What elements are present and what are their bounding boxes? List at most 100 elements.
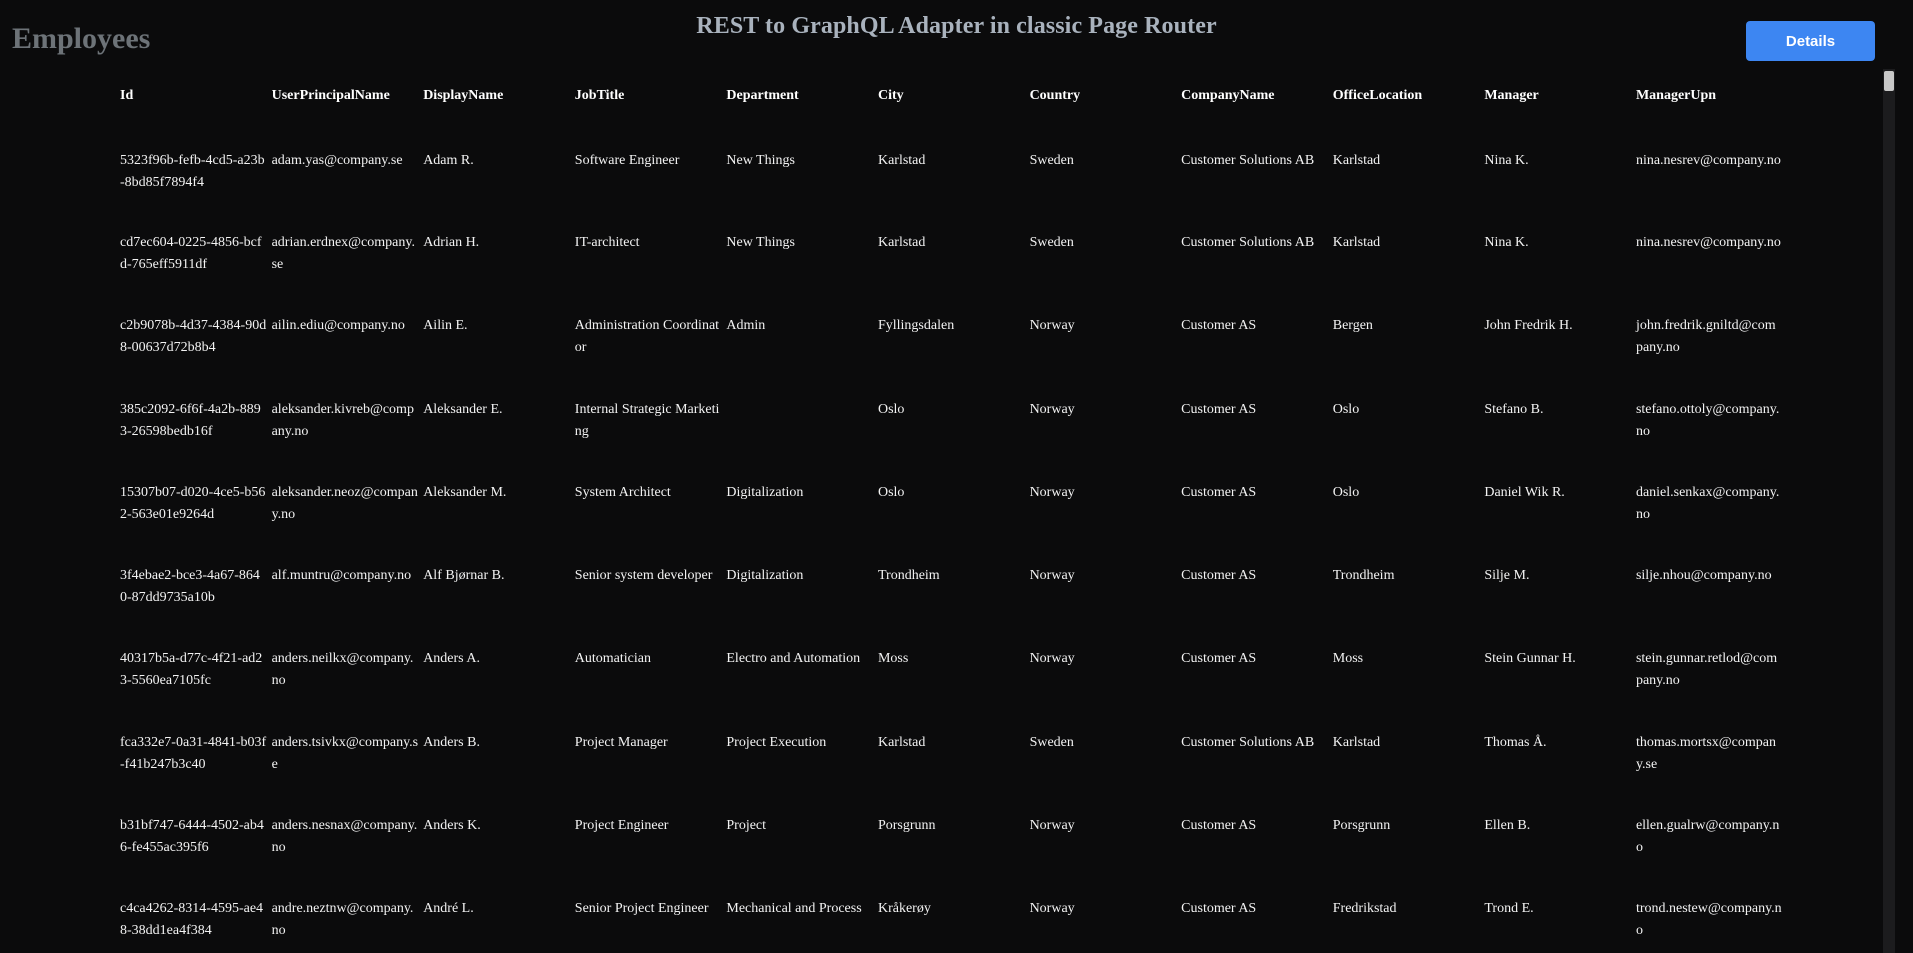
- table-row: c4ca4262-8314-4595-ae48-38dd1ea4f384 andr…: [120, 898, 1788, 953]
- cell-displayname: Adam R.: [423, 153, 474, 168]
- cell-manager: Stein Gunnar H.: [1484, 651, 1576, 667]
- cell-id: c4ca4262-8314-4595-ae48-38dd1ea4f384: [120, 901, 264, 939]
- cell-officelocation: Karlstad: [1332, 235, 1381, 250]
- cell-department: Digitalization: [726, 484, 804, 500]
- cell-jobtitle: Senior Project Engineer: [574, 901, 709, 917]
- cell-jobtitle: Software Engineer: [574, 153, 680, 168]
- cell-displayname: Anders K.: [423, 818, 481, 834]
- cell-userprincipalname: adam.yas@company.se: [271, 153, 403, 168]
- cell-companyname: Customer AS: [1181, 818, 1257, 834]
- cell-country: Norway: [1029, 484, 1075, 500]
- cell-userprincipalname: aleksander.neoz@company.no: [271, 484, 418, 522]
- cell-country: Norway: [1029, 401, 1075, 417]
- details-button[interactable]: Details: [1746, 21, 1875, 61]
- cell-managerupn: stein.gunnar.retlod@company.no: [1635, 651, 1778, 689]
- cell-jobtitle: Automatician: [574, 651, 651, 667]
- cell-officelocation: Porsgrunn: [1332, 818, 1391, 834]
- cell-companyname: Customer Solutions AB: [1181, 734, 1315, 750]
- table-row: 40317b5a-d77c-4f21-ad23-5560ea7105fc ande…: [120, 648, 1788, 731]
- cell-jobtitle: Senior system developer: [574, 568, 713, 584]
- table-row: b31bf747-6444-4502-ab46-fe455ac395f6 ande…: [120, 815, 1788, 898]
- cell-country: Sweden: [1029, 734, 1074, 750]
- table-row: 15307b07-d020-4ce5-b562-563e01e9264d alek…: [120, 482, 1788, 565]
- cell-city: Trondheim: [877, 568, 940, 584]
- cell-city: Karlstad: [877, 153, 926, 168]
- table-row: fca332e7-0a31-4841-b03f-f41b247b3c40 ande…: [120, 732, 1788, 815]
- cell-displayname: Aleksander E.: [423, 401, 503, 417]
- table-row: 3f4ebae2-bce3-4a67-8640-87dd9735a10b alf.…: [120, 565, 1788, 648]
- cell-displayname: Anders A.: [423, 651, 480, 667]
- vertical-scrollbar[interactable]: [1883, 69, 1895, 953]
- cell-managerupn: trond.nestew@company.no: [1635, 901, 1782, 939]
- column-header-id: Id: [120, 88, 134, 103]
- cell-companyname: Customer AS: [1181, 401, 1257, 417]
- cell-companyname: Customer AS: [1181, 568, 1257, 584]
- table-row: c2b9078b-4d37-4384-90d8-00637d72b8b4 aili…: [120, 315, 1788, 398]
- cell-managerupn: thomas.mortsx@company.se: [1635, 734, 1776, 772]
- cell-officelocation: Karlstad: [1332, 153, 1381, 168]
- cell-city: Kråkerøy: [877, 901, 931, 917]
- cell-city: Porsgrunn: [877, 818, 936, 834]
- cell-displayname: Aleksander M.: [423, 484, 507, 500]
- scrollbar-thumb[interactable]: [1884, 71, 1894, 91]
- cell-officelocation: Fredrikstad: [1332, 901, 1397, 917]
- cell-userprincipalname: anders.nesnax@company.no: [271, 818, 418, 856]
- cell-country: Norway: [1029, 818, 1075, 834]
- cell-manager: Trond E.: [1484, 901, 1534, 917]
- cell-userprincipalname: alf.muntru@company.no: [271, 568, 412, 584]
- cell-country: Sweden: [1029, 235, 1074, 250]
- cell-department: Electro and Automation: [726, 651, 861, 667]
- column-header-displayname: DisplayName: [423, 88, 504, 103]
- cell-userprincipalname: aleksander.kivreb@company.no: [271, 401, 414, 439]
- cell-id: 40317b5a-d77c-4f21-ad23-5560ea7105fc: [120, 651, 263, 689]
- cell-manager: Stefano B.: [1484, 401, 1544, 417]
- employees-table: Id UserPrincipalName DisplayName JobTitl…: [120, 88, 1788, 953]
- cell-officelocation: Karlstad: [1332, 734, 1381, 750]
- column-header-companyname: CompanyName: [1181, 88, 1275, 103]
- employees-page: REST to GraphQL Adapter in classic Page …: [0, 0, 1913, 953]
- column-header-manager: Manager: [1484, 88, 1539, 103]
- table-row: 5323f96b-fefb-4cd5-a23b-8bd85f7894f4 adam…: [120, 112, 1788, 232]
- cell-managerupn: ellen.gualrw@company.no: [1635, 818, 1780, 856]
- column-header-jobtitle: JobTitle: [574, 88, 625, 103]
- cell-id: cd7ec604-0225-4856-bcfd-765eff5911df: [120, 235, 262, 272]
- cell-country: Norway: [1029, 651, 1075, 667]
- cell-department: Digitalization: [726, 568, 804, 584]
- cell-department: [726, 399, 878, 482]
- cell-displayname: André L.: [423, 901, 474, 917]
- table-header-row: Id UserPrincipalName DisplayName JobTitl…: [120, 88, 1788, 112]
- employees-table-body: 5323f96b-fefb-4cd5-a23b-8bd85f7894f4 adam…: [120, 112, 1788, 953]
- table-row: 385c2092-6f6f-4a2b-8893-26598bedb16f alek…: [120, 399, 1788, 482]
- cell-id: fca332e7-0a31-4841-b03f-f41b247b3c40: [120, 734, 267, 772]
- cell-userprincipalname: andre.neztnw@company.no: [271, 901, 414, 939]
- cell-jobtitle: Project Manager: [574, 734, 668, 750]
- cell-city: Karlstad: [877, 235, 926, 250]
- cell-companyname: Customer AS: [1181, 484, 1257, 500]
- cell-department: Project Execution: [726, 734, 827, 750]
- cell-displayname: Anders B.: [423, 734, 480, 750]
- cell-userprincipalname: anders.neilkx@company.no: [271, 651, 414, 689]
- cell-department: Project: [726, 818, 767, 834]
- cell-city: Oslo: [877, 484, 905, 500]
- cell-officelocation: Oslo: [1332, 401, 1360, 417]
- cell-managerupn: daniel.senkax@company.no: [1635, 484, 1780, 522]
- cell-jobtitle: System Architect: [574, 484, 671, 500]
- cell-manager: Nina K.: [1484, 153, 1529, 168]
- cell-country: Sweden: [1029, 153, 1074, 168]
- cell-officelocation: Oslo: [1332, 484, 1360, 500]
- cell-jobtitle: Project Engineer: [574, 818, 669, 834]
- cell-displayname: Ailin E.: [423, 318, 468, 334]
- cell-companyname: Customer AS: [1181, 901, 1257, 917]
- cell-id: b31bf747-6444-4502-ab46-fe455ac395f6: [120, 818, 264, 856]
- cell-manager: Silje M.: [1484, 568, 1530, 584]
- cell-manager: Ellen B.: [1484, 818, 1531, 834]
- cell-companyname: Customer AS: [1181, 318, 1257, 334]
- cell-companyname: Customer AS: [1181, 651, 1257, 667]
- cell-country: Norway: [1029, 318, 1075, 334]
- cell-manager: Daniel Wik R.: [1484, 484, 1565, 500]
- cell-managerupn: stefano.ottoly@company.no: [1635, 401, 1780, 439]
- page-title: REST to GraphQL Adapter in classic Page …: [696, 13, 1217, 39]
- cell-id: c2b9078b-4d37-4384-90d8-00637d72b8b4: [120, 318, 267, 356]
- cell-userprincipalname: adrian.erdnex@company.se: [271, 235, 415, 272]
- cell-jobtitle: IT-architect: [574, 235, 640, 250]
